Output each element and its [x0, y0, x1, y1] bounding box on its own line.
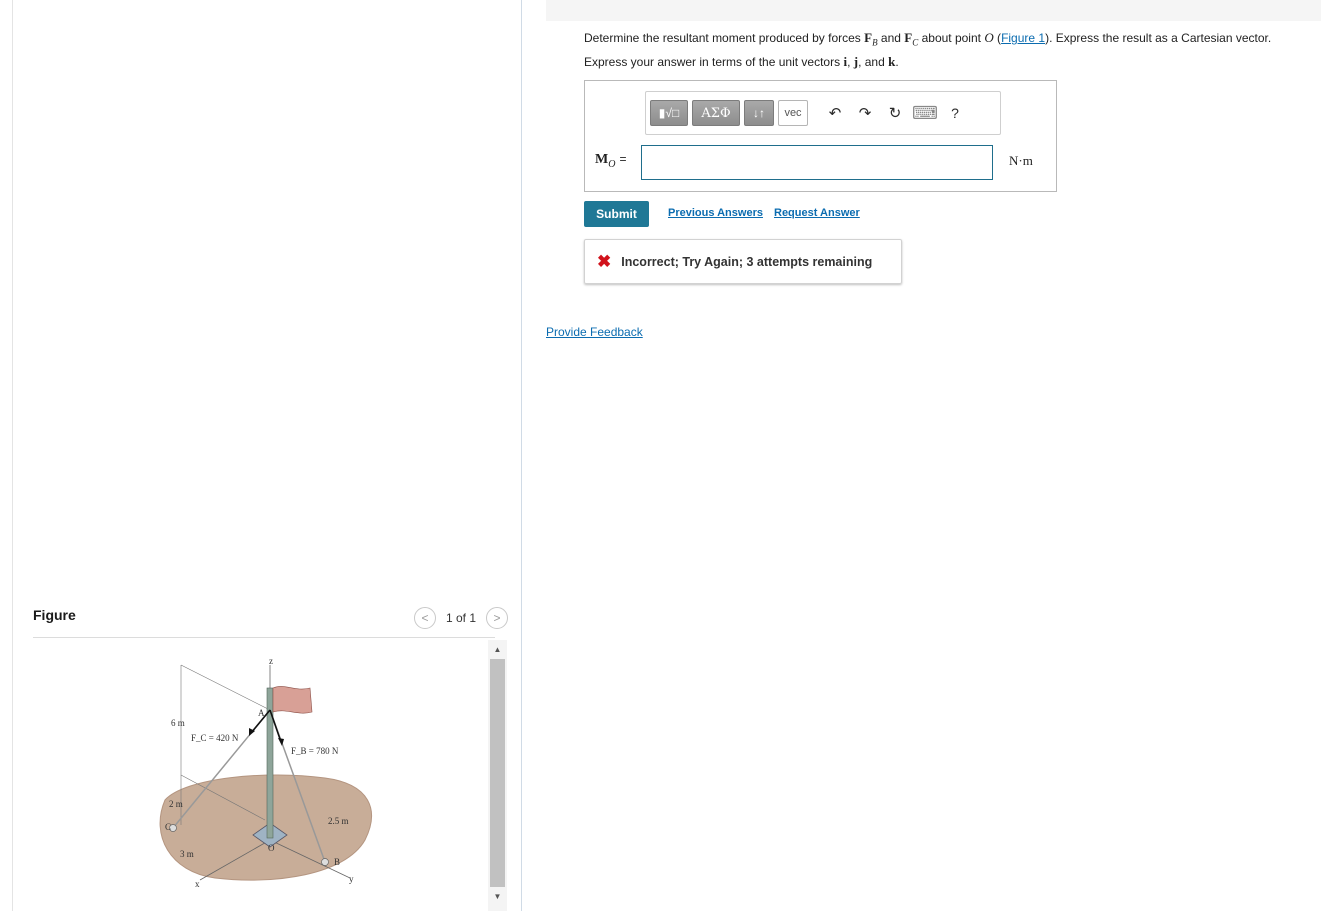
force-fc-symbol: FC [904, 30, 919, 48]
label-2m: 2 m [169, 799, 183, 809]
anchor-b [321, 858, 329, 866]
question-text: Determine the resultant moment produced … [584, 30, 1272, 48]
vector-button[interactable]: vec [778, 100, 808, 126]
figure-link[interactable]: Figure 1 [1001, 31, 1045, 45]
force-fb-symbol: FB [864, 30, 878, 48]
previous-figure-button[interactable]: < [413, 607, 436, 629]
answer-input[interactable] [641, 145, 993, 180]
submit-button[interactable]: Submit [584, 201, 649, 227]
label-b: B [334, 857, 340, 867]
label-3m: 3 m [180, 849, 194, 859]
label-fb: F_B = 780 N [291, 746, 339, 756]
flagpole-diagram: z A 6 m F_C = 420 N F_B = 780 N 2 m C 2.… [159, 656, 372, 889]
question-suffix: ). Express the result as a Cartesian vec… [1045, 31, 1272, 45]
label-x: x [195, 879, 200, 889]
question-prefix: Determine the resultant moment produced … [584, 31, 865, 45]
label-z: z [269, 656, 273, 666]
answer-variable-label: MO = [595, 152, 627, 170]
answer-instruction: Express your answer in terms of the unit… [584, 54, 899, 69]
request-answer-link[interactable]: Request Answer [774, 207, 860, 219]
figure-pager: < 1 of 1 > [413, 606, 508, 630]
keyboard-icon[interactable]: ⌨ [912, 100, 938, 126]
incorrect-x-icon: ✖ [597, 251, 612, 271]
figure-scrollbar[interactable]: ▲ ▼ [488, 640, 507, 911]
answer-box: ▮√□ ΑΣΦ ↓↑ vec ↶ ↷ ↻ ⌨ ? MO = N·m [584, 80, 1057, 192]
label-fc: F_C = 420 N [191, 733, 239, 743]
figure-page-count: 1 of 1 [445, 611, 476, 625]
label-2-5m: 2.5 m [328, 816, 349, 826]
figure-title: Figure [33, 607, 76, 623]
label-c: C [165, 822, 171, 832]
dimension-line [180, 664, 271, 711]
scroll-thumb[interactable] [490, 659, 505, 887]
greek-symbols-button[interactable]: ΑΣΦ [692, 100, 740, 126]
feedback-message: ✖ Incorrect; Try Again; 3 attempts remai… [584, 239, 902, 284]
label-o: O [268, 843, 275, 853]
figure-image: z A 6 m F_C = 420 N F_B = 780 N 2 m C 2.… [145, 650, 385, 900]
point-o-symbol: O [984, 30, 994, 45]
templates-button[interactable]: ▮√□ [650, 100, 688, 126]
feedback-text: Incorrect; Try Again; 3 attempts remaini… [621, 254, 873, 269]
math-toolbar: ▮√□ ΑΣΦ ↓↑ vec ↶ ↷ ↻ ⌨ ? [645, 91, 1001, 135]
sort-button[interactable]: ↓↑ [744, 100, 774, 126]
previous-answers-link[interactable]: Previous Answers [668, 207, 763, 219]
scroll-down-arrow-icon[interactable]: ▼ [488, 887, 507, 905]
question-and: and [877, 31, 905, 45]
help-icon[interactable]: ? [942, 100, 968, 126]
question-top-bar [546, 0, 1321, 21]
next-figure-button[interactable]: > [486, 607, 508, 629]
reset-icon[interactable]: ↻ [882, 100, 908, 126]
question-about: about point [918, 31, 985, 45]
redo-icon[interactable]: ↷ [852, 100, 878, 126]
label-a: A [258, 708, 265, 718]
flag [272, 686, 313, 714]
label-6m: 6 m [171, 718, 185, 728]
figure-header: Figure < 1 of 1 > [33, 600, 508, 638]
label-y: y [349, 874, 354, 884]
unit-label: N·m [1009, 153, 1033, 168]
scroll-up-arrow-icon[interactable]: ▲ [488, 640, 507, 658]
undo-icon[interactable]: ↶ [822, 100, 848, 126]
provide-feedback-link[interactable]: Provide Feedback [546, 325, 643, 339]
